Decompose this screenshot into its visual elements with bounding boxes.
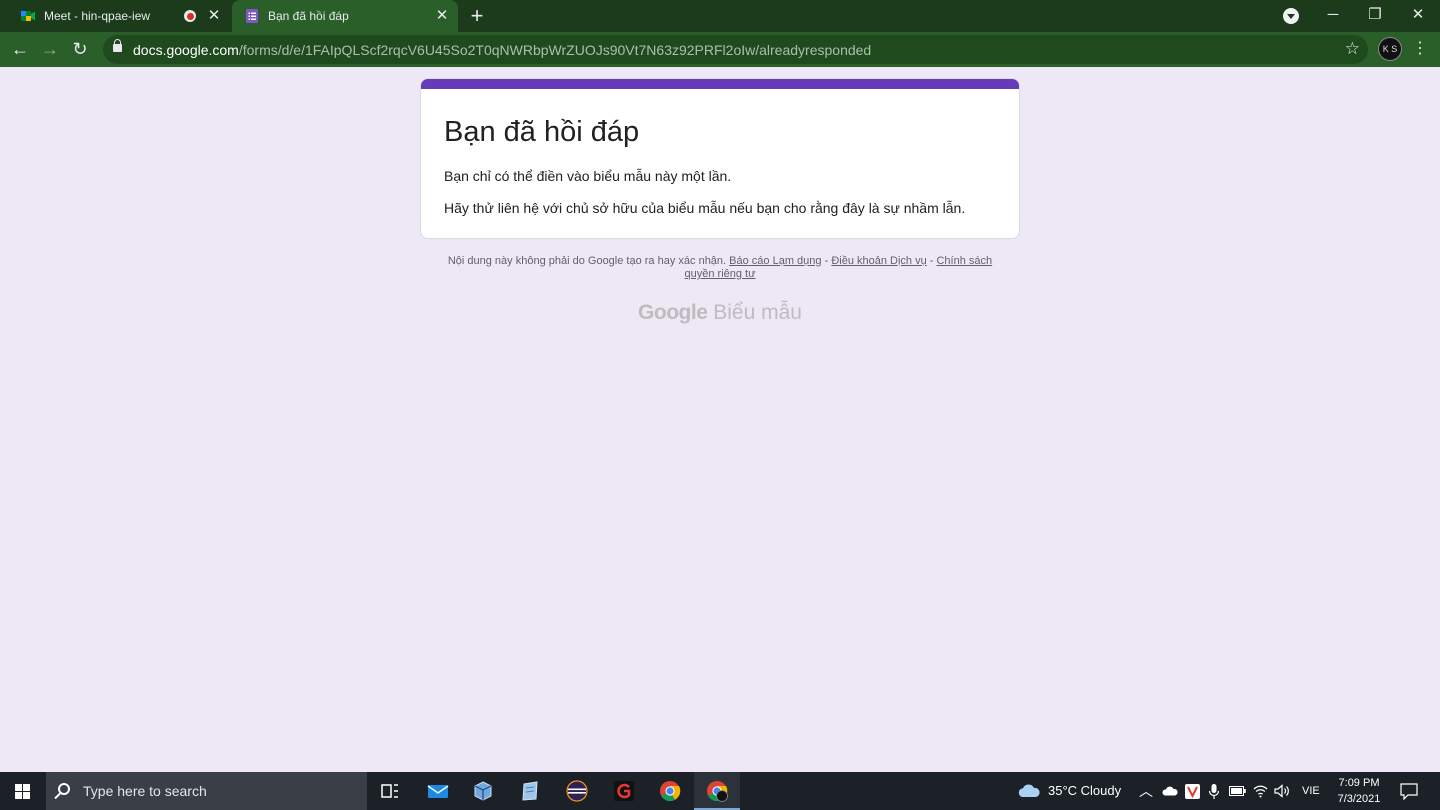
close-tab-icon[interactable]: ✕ <box>434 8 450 24</box>
minimize-window-icon[interactable]: ─ <box>1311 0 1355 32</box>
browser-tab-strip: Meet - hin-qpae-iew ✕ Bạn đã hồi đáp ✕ +… <box>0 0 1440 32</box>
brand-product: Biểu mẫu <box>713 301 802 324</box>
notifications-icon[interactable] <box>1400 783 1418 800</box>
eclipse-ide-icon[interactable] <box>554 772 600 810</box>
language-indicator[interactable]: VIE <box>1302 772 1320 810</box>
vivaldi-tray-icon[interactable] <box>1185 784 1200 799</box>
onedrive-cloud-icon[interactable] <box>1162 786 1178 796</box>
show-hidden-icons-chevron-icon[interactable]: ︿ <box>1139 772 1153 810</box>
notepad-app-icon[interactable] <box>507 772 553 810</box>
browser-toolbar: ← → ↻ docs.google.com/forms/d/e/1FAIpQLS… <box>0 32 1440 67</box>
response-card: Bạn đã hồi đáp Bạn chỉ có thể điền vào b… <box>420 78 1020 239</box>
disclaimer-text: Nội dung này không phải do Google tạo ra… <box>447 255 727 267</box>
search-icon <box>58 783 70 795</box>
wifi-icon[interactable] <box>1253 784 1268 798</box>
battery-icon[interactable] <box>1229 786 1246 796</box>
cloudy-weather-icon[interactable] <box>1017 784 1041 798</box>
bookmark-star-icon[interactable]: ☆ <box>1345 39 1360 59</box>
recording-indicator-icon <box>184 10 196 22</box>
back-arrow-icon[interactable]: ← <box>7 36 33 62</box>
system-clock[interactable]: 7:09 PM 7/3/2021 <box>1328 775 1390 807</box>
url-domain: docs.google.com <box>133 42 239 58</box>
mail-app-icon[interactable] <box>415 772 461 810</box>
tab-forms[interactable]: Bạn đã hồi đáp ✕ <box>232 0 458 32</box>
microphone-icon[interactable] <box>1208 783 1220 800</box>
report-abuse-link[interactable]: Báo cáo Lạm dụng <box>729 255 821 267</box>
task-view-icon[interactable] <box>367 772 413 810</box>
brand-google: Google <box>638 301 708 324</box>
garena-app-icon[interactable] <box>601 772 647 810</box>
chrome-icon[interactable] <box>647 772 693 810</box>
google-forms-icon <box>246 9 258 23</box>
search-placeholder: Type here to search <box>83 783 207 799</box>
footer-separator: - <box>821 255 832 267</box>
tab-meet[interactable]: Meet - hin-qpae-iew ✕ <box>8 0 230 32</box>
profile-avatar[interactable]: K S <box>1378 37 1402 61</box>
windows-logo-icon <box>15 784 30 799</box>
reload-icon[interactable]: ↻ <box>67 36 93 62</box>
lock-icon[interactable] <box>113 39 122 52</box>
address-bar[interactable]: docs.google.com/forms/d/e/1FAIpQLScf2rqc… <box>103 35 1368 64</box>
taskbar-search-box[interactable]: Type here to search <box>46 772 367 810</box>
clock-time: 7:09 PM <box>1338 777 1380 789</box>
start-button[interactable] <box>0 772 45 810</box>
virtualbox-icon[interactable] <box>460 772 506 810</box>
volume-icon[interactable] <box>1274 784 1290 798</box>
terms-of-service-link[interactable]: Điều khoản Dịch vụ <box>831 255 926 267</box>
close-tab-icon[interactable]: ✕ <box>206 8 222 24</box>
tab-forms-title: Bạn đã hồi đáp <box>268 9 349 23</box>
url-text: docs.google.com/forms/d/e/1FAIpQLScf2rqc… <box>133 42 871 58</box>
windows-taskbar: Type here to search 35°C Cloudy ︿ VIE 7:… <box>0 772 1440 810</box>
google-forms-logo[interactable]: Google Biểu mẫu <box>0 301 1440 325</box>
clock-date: 7/3/2021 <box>1337 793 1381 805</box>
tab-search-chevron-icon[interactable] <box>1283 8 1299 24</box>
browser-menu-icon[interactable]: ⋮ <box>1410 37 1430 61</box>
url-path: /forms/d/e/1FAIpQLScf2rqcV6U45So2T0qNWRb… <box>238 42 872 58</box>
footer-disclaimer: Nội dung này không phải do Google tạo ra… <box>440 255 1000 281</box>
forward-arrow-icon[interactable]: → <box>37 36 63 62</box>
single-response-message: Bạn chỉ có thể điền vào biểu mẫu này một… <box>444 168 732 184</box>
contact-owner-message: Hãy thử liên hệ với chủ sở hữu của biểu … <box>444 200 966 216</box>
chrome-profile-icon[interactable] <box>694 772 740 810</box>
weather-text[interactable]: 35°C Cloudy <box>1048 772 1121 810</box>
restore-window-icon[interactable]: ❐ <box>1353 0 1397 32</box>
page-title: Bạn đã hồi đáp <box>444 116 640 148</box>
tab-meet-title: Meet - hin-qpae-iew <box>44 9 151 23</box>
new-tab-plus-icon[interactable]: + <box>466 5 488 27</box>
card-accent-bar <box>421 79 1019 89</box>
close-window-icon[interactable]: ✕ <box>1396 0 1440 32</box>
google-meet-icon <box>21 11 35 21</box>
